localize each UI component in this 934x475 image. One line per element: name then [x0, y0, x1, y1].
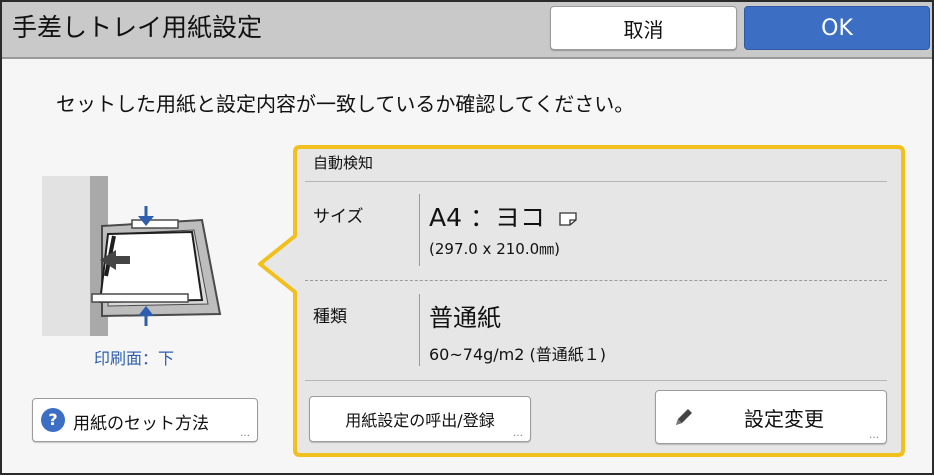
size-dimensions: (297.0 x 210.0㎜) [429, 240, 561, 258]
question-icon: ? [41, 408, 65, 432]
loading-instructions-label: 用紙のセット方法 [73, 414, 209, 434]
cancel-button[interactable]: 取消 [550, 6, 737, 50]
recall-register-label: 用紙設定の呼出/登録 [345, 411, 495, 430]
divider [305, 280, 887, 281]
change-settings-button[interactable]: 設定変更 … [655, 390, 887, 444]
paper-weight-detail: 60~74g/m2 (普通紙１) [429, 345, 607, 364]
divider [419, 194, 420, 266]
divider [419, 294, 420, 366]
more-indicator: … [240, 428, 251, 439]
size-label: サイズ [313, 207, 364, 227]
auto-detect-label: 自動検知 [313, 154, 374, 172]
ok-button[interactable]: OK [744, 6, 930, 50]
recall-register-button[interactable]: 用紙設定の呼出/登録 … [309, 396, 531, 442]
dialog-frame: 手差しトレイ用紙設定 取消 OK セットした用紙と設定内容が一致しているか確認し… [0, 0, 934, 475]
paper-type-value: 普通紙 [429, 304, 501, 332]
instruction-text: セットした用紙と設定内容が一致しているか確認してください。 [56, 92, 635, 116]
divider [305, 181, 887, 182]
loading-instructions-button[interactable]: ? 用紙のセット方法 … [32, 398, 258, 442]
change-settings-label: 設定変更 [744, 407, 824, 431]
divider [305, 380, 887, 381]
print-side-label: 印刷面：下 [94, 349, 175, 368]
dialog-title: 手差しトレイ用紙設定 [12, 13, 263, 42]
size-value: A4 ：ヨコ [429, 198, 577, 234]
more-indicator: … [869, 430, 880, 441]
bypass-tray-illustration [42, 176, 222, 336]
paper-type-label: 種類 [313, 307, 347, 327]
title-bar: 手差しトレイ用紙設定 取消 OK [2, 2, 932, 59]
landscape-paper-icon [559, 212, 577, 226]
detected-settings-panel: 自動検知 サイズ A4 ：ヨコ (297.0 x 210.0㎜) 種類 普通紙 … [295, 148, 895, 454]
more-indicator: … [513, 428, 524, 439]
pencil-icon [676, 409, 692, 425]
